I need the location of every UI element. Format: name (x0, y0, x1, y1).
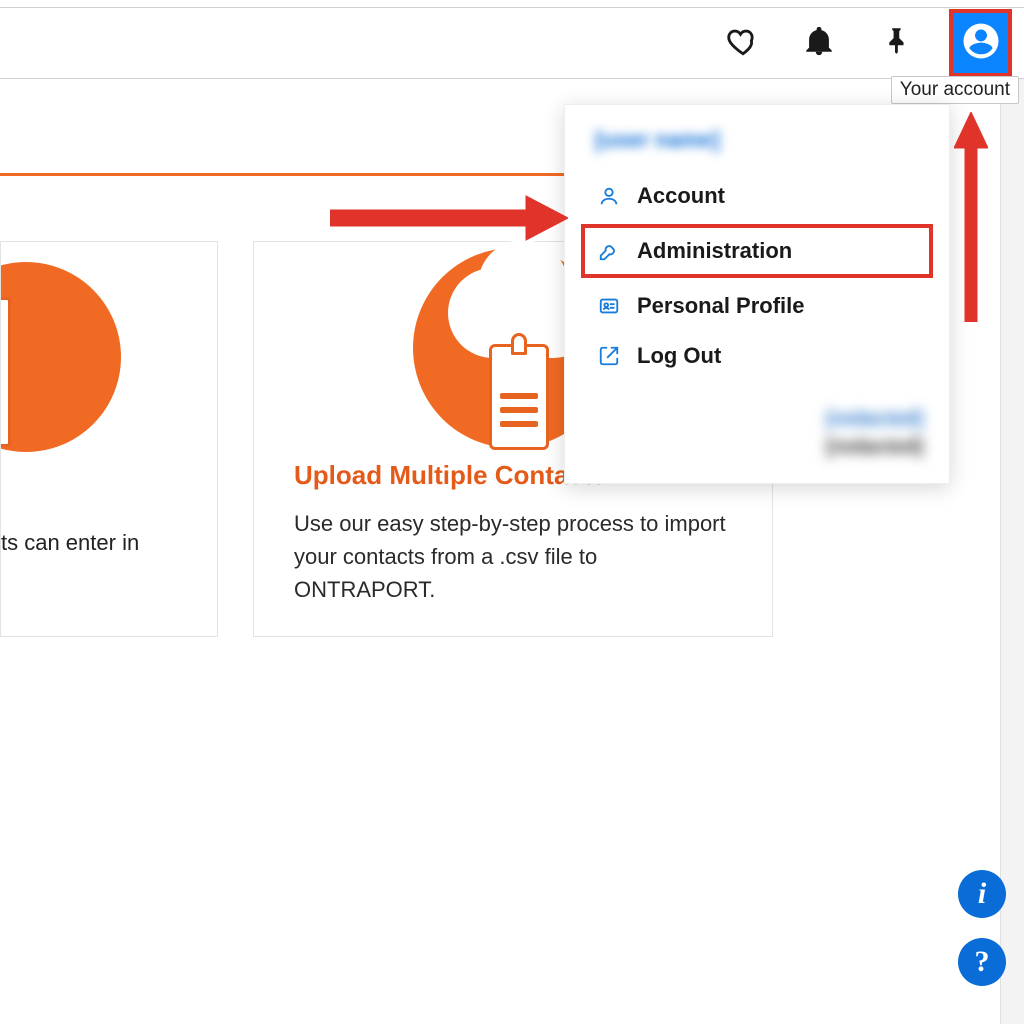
card-upload-body: Use our easy step-by-step process to imp… (294, 507, 732, 606)
your-account-button[interactable] (949, 9, 1012, 77)
bell-icon (802, 24, 836, 63)
question-icon: ? (975, 945, 990, 979)
dropdown-username: [user name] (591, 127, 923, 153)
card-left-illustration (0, 262, 71, 462)
pin-icon (878, 24, 912, 63)
menu-item-log-out[interactable]: Log Out (591, 331, 923, 381)
dropdown-footer-line1: [redacted] (591, 405, 923, 433)
user-icon (597, 184, 621, 208)
id-card-icon (597, 294, 621, 318)
section-divider (0, 173, 570, 176)
dropdown-footer-line2: [redacted] (591, 433, 923, 461)
account-circle-icon (960, 20, 1002, 67)
card-partial-left: ts can enter in (0, 241, 218, 637)
pin-button[interactable] (873, 21, 917, 65)
account-dropdown: [user name] Account Administration Perso… (564, 104, 950, 484)
external-link-icon (597, 344, 621, 368)
annotation-arrow-up (954, 112, 988, 322)
menu-item-label: Administration (637, 238, 792, 264)
info-fab[interactable]: i (958, 870, 1006, 918)
menu-item-account[interactable]: Account (591, 171, 923, 221)
menu-item-administration[interactable]: Administration (581, 224, 933, 278)
card-left-text-fragment: ts can enter in (1, 529, 203, 558)
account-tooltip: Your account (891, 76, 1019, 104)
dropdown-footer: [redacted] [redacted] (591, 405, 923, 461)
scroll-gutter (1000, 79, 1024, 1024)
card-upload-title: Upload Multiple Contacts (294, 460, 606, 491)
info-icon: i (978, 877, 986, 911)
help-fab[interactable]: ? (958, 938, 1006, 986)
menu-item-label: Personal Profile (637, 293, 805, 319)
favorites-button[interactable] (721, 21, 765, 65)
heart-icon (726, 24, 760, 63)
menu-item-label: Log Out (637, 343, 721, 369)
annotation-arrow-right (330, 192, 568, 244)
menu-item-personal-profile[interactable]: Personal Profile (591, 281, 923, 331)
menu-item-label: Account (637, 183, 725, 209)
top-bar (0, 7, 1024, 79)
wrench-icon (597, 239, 621, 263)
notifications-button[interactable] (797, 21, 841, 65)
